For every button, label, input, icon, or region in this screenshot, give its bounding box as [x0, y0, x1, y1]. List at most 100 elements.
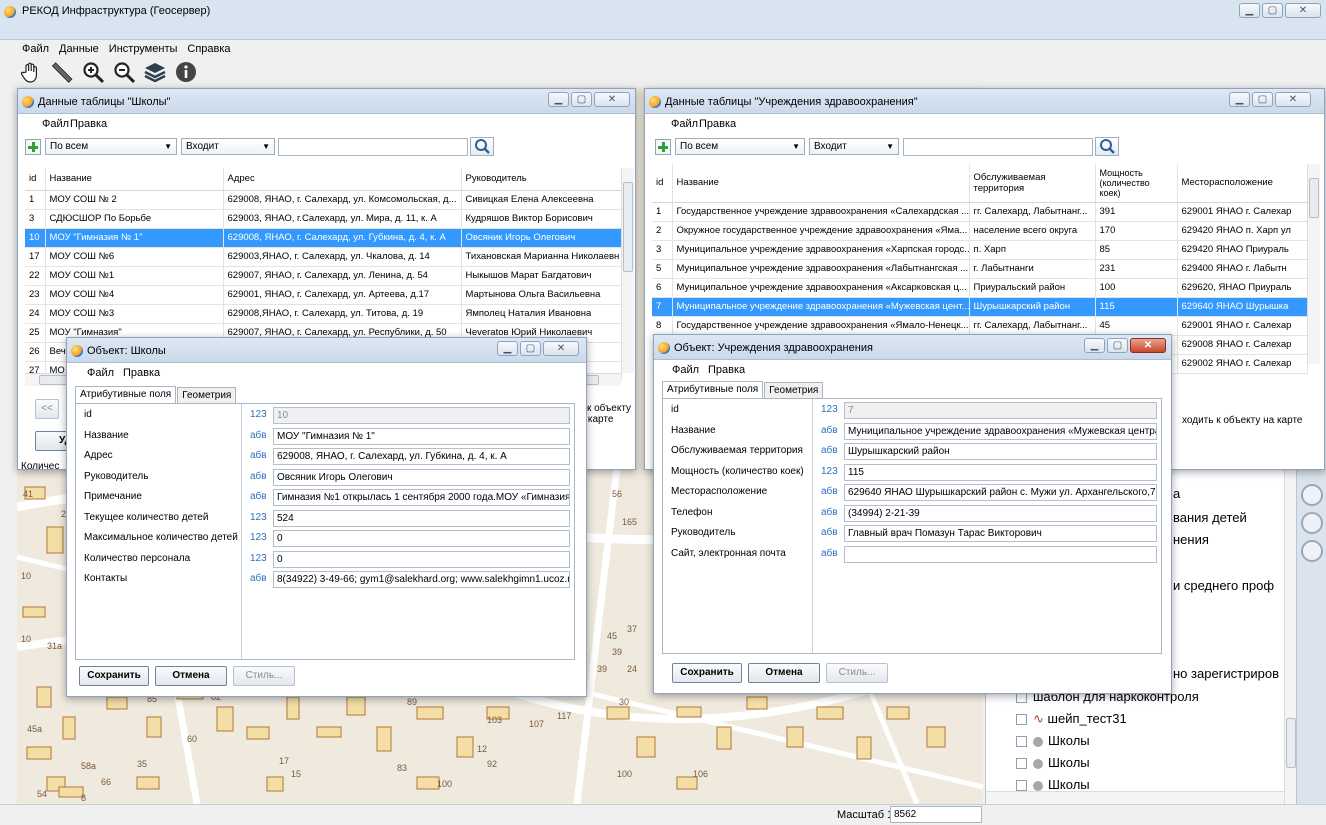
layer-item-schools[interactable]: Школы — [1016, 733, 1090, 748]
field-value-input[interactable]: 8(34922) 3-49-66; gym1@salekhard.org; ww… — [273, 571, 570, 588]
pan-nav-icon[interactable] — [1301, 512, 1323, 534]
filter-op-select[interactable]: Входит ▼ — [181, 138, 275, 155]
menu-file[interactable]: Файл — [672, 364, 699, 376]
field-value-input[interactable]: 629640 ЯНАО Шурышкарский район с. Мужи у… — [844, 484, 1157, 501]
minimize-icon[interactable]: ▁ — [548, 92, 569, 107]
menu-edit[interactable]: Правка — [123, 367, 160, 379]
table-row[interactable]: 7 Муниципальное учреждение здравоохранени… — [652, 297, 1308, 317]
table-row[interactable]: 1 МОУ СОШ № 2 629008, ЯНАО, г. Салехард, у… — [25, 190, 622, 210]
layer-item[interactable]: и среднего проф — [1173, 578, 1274, 593]
field-value-input[interactable]: МОУ "Гимназия № 1" — [273, 427, 570, 445]
add-icon[interactable] — [25, 139, 41, 155]
menu-file[interactable]: Файл — [42, 118, 69, 130]
menu-tools[interactable]: Инструменты — [109, 43, 178, 55]
cancel-button[interactable]: Отмена — [748, 663, 820, 683]
minimize-icon[interactable]: ▁ — [1229, 92, 1250, 107]
table-row[interactable]: 10 МОУ "Гимназия № 1" 629008, ЯНАО, г. Сал… — [25, 228, 622, 248]
table-row[interactable]: 3 СДЮСШОР По Борьбе 629003, ЯНАО, г.Салеха… — [25, 209, 622, 229]
close-icon[interactable]: ✕ — [1130, 338, 1166, 353]
close-icon[interactable]: ✕ — [1275, 92, 1311, 107]
style-button[interactable]: Стиль... — [233, 666, 295, 686]
column-header[interactable]: Адрес — [223, 168, 462, 191]
menu-edit[interactable]: Правка — [708, 364, 745, 376]
table-row[interactable]: 1 Государственное учреждение здравоохране… — [652, 202, 1308, 222]
filter-field-select[interactable]: По всем ▼ — [675, 138, 805, 155]
zoom-in-icon[interactable] — [79, 58, 107, 86]
tab-geometry[interactable]: Геометрия — [177, 387, 237, 403]
info-icon[interactable] — [172, 58, 200, 86]
ruler-icon[interactable] — [48, 58, 76, 86]
layer-checkbox[interactable] — [1016, 714, 1027, 726]
menu-data[interactable]: Данные — [59, 43, 99, 55]
table-row[interactable]: 3 Муниципальное учреждение здравоохранени… — [652, 240, 1308, 260]
maximize-icon[interactable]: ▢ — [1252, 92, 1273, 107]
layer-item[interactable]: нения — [1173, 532, 1209, 547]
layer-item-shape-test[interactable]: ∿ шейп_тест31 — [1016, 711, 1127, 727]
layer-item-schools[interactable]: Школы — [1016, 755, 1090, 770]
search-button[interactable] — [470, 137, 494, 156]
table-row[interactable]: 24 МОУ СОШ №3 629008,ЯНАО, г. Салехард, ул… — [25, 304, 622, 324]
menu-edit[interactable]: Правка — [699, 118, 736, 130]
maximize-icon[interactable]: ▢ — [1107, 338, 1128, 353]
zoom-out-nav-icon[interactable] — [1301, 540, 1323, 562]
field-value-input[interactable]: Овсяник Игорь Олегович — [273, 468, 570, 486]
layer-item[interactable]: а — [1173, 486, 1180, 501]
table-scrollbar[interactable] — [621, 168, 634, 373]
field-value-input[interactable]: 0 — [273, 550, 570, 568]
scroll-thumb[interactable] — [1309, 178, 1319, 218]
tab-attributes[interactable]: Атрибутивные поля — [662, 381, 764, 398]
table-row[interactable]: 23 МОУ СОШ №4 629001, ЯНАО, г. Салехард, у… — [25, 285, 622, 305]
column-header[interactable]: Название — [45, 168, 224, 191]
menu-file[interactable]: Файл — [87, 367, 114, 379]
filter-text-input[interactable] — [903, 138, 1093, 156]
cancel-button[interactable]: Отмена — [155, 666, 227, 686]
layer-item[interactable]: но зарегистриров — [1173, 666, 1279, 681]
save-button[interactable]: Сохранить — [672, 663, 742, 683]
menu-edit[interactable]: Правка — [70, 118, 107, 130]
field-value-input[interactable]: 0 — [273, 530, 570, 547]
field-value-input[interactable]: 115 — [844, 463, 1157, 481]
layer-checkbox[interactable] — [1016, 736, 1027, 748]
close-icon[interactable]: ✕ — [1285, 3, 1321, 18]
scroll-thumb[interactable] — [623, 182, 633, 272]
maximize-icon[interactable]: ▢ — [571, 92, 592, 107]
column-header[interactable]: id — [25, 168, 46, 191]
filter-text-input[interactable] — [278, 138, 468, 156]
minimize-icon[interactable]: ▁ — [1084, 338, 1105, 353]
column-header[interactable]: Мощность (количество коек) — [1095, 164, 1178, 203]
hand-icon[interactable] — [17, 58, 45, 86]
field-value-input[interactable]: 7 — [844, 402, 1157, 419]
layer-item-schools[interactable]: Школы — [1016, 777, 1090, 792]
zoom-out-icon[interactable] — [110, 58, 138, 86]
add-icon[interactable] — [655, 139, 671, 155]
field-value-input[interactable]: (34994) 2-21-39 — [844, 504, 1157, 522]
field-value-input[interactable]: 524 — [273, 509, 570, 527]
goto-object-link[interactable]: ходить к объекту на карте — [1182, 415, 1303, 426]
save-button[interactable]: Сохранить — [79, 666, 149, 686]
column-header[interactable]: Месторасположение — [1177, 164, 1308, 203]
zoom-in-nav-icon[interactable] — [1301, 484, 1323, 506]
maximize-icon[interactable]: ▢ — [520, 341, 541, 356]
column-header[interactable]: id — [652, 164, 673, 203]
minimize-icon[interactable]: ▁ — [497, 341, 518, 356]
layers-scrollbar[interactable] — [1284, 470, 1296, 804]
filter-op-select[interactable]: Входит ▼ — [809, 138, 899, 155]
menu-help[interactable]: Справка — [187, 43, 230, 55]
table-scrollbar[interactable] — [1307, 164, 1320, 364]
table-row[interactable]: 5 Муниципальное учреждение здравоохранени… — [652, 259, 1308, 279]
field-value-input[interactable]: Главный врач Помазун Тарас Викторович — [844, 525, 1157, 542]
layer-checkbox[interactable] — [1016, 758, 1027, 770]
table-row[interactable]: 22 МОУ СОШ №1 629007, ЯНАО, г. Салехард, у… — [25, 266, 622, 286]
minimize-icon[interactable]: ▁ — [1239, 3, 1260, 18]
field-value-input[interactable]: 629008, ЯНАО, г. Салехард, ул. Губкина, … — [273, 448, 570, 465]
menu-file[interactable]: Файл — [671, 118, 698, 130]
field-value-input[interactable]: Шурышкарский район — [844, 443, 1157, 460]
layers-hscrollbar[interactable] — [986, 791, 1284, 804]
tab-geometry[interactable]: Геометрия — [764, 382, 824, 398]
close-icon[interactable]: ✕ — [594, 92, 630, 107]
layer-checkbox[interactable] — [1016, 780, 1027, 792]
field-value-input[interactable]: Гимназия №1 открылась 1 сентября 2000 го… — [273, 489, 570, 506]
table-row[interactable]: 17 МОУ СОШ №6 629003,ЯНАО, г. Салехард, ул… — [25, 247, 622, 267]
filter-field-select[interactable]: По всем ▼ — [45, 138, 177, 155]
table-row[interactable]: 2 Окружное государственное учреждение здр… — [652, 221, 1308, 241]
